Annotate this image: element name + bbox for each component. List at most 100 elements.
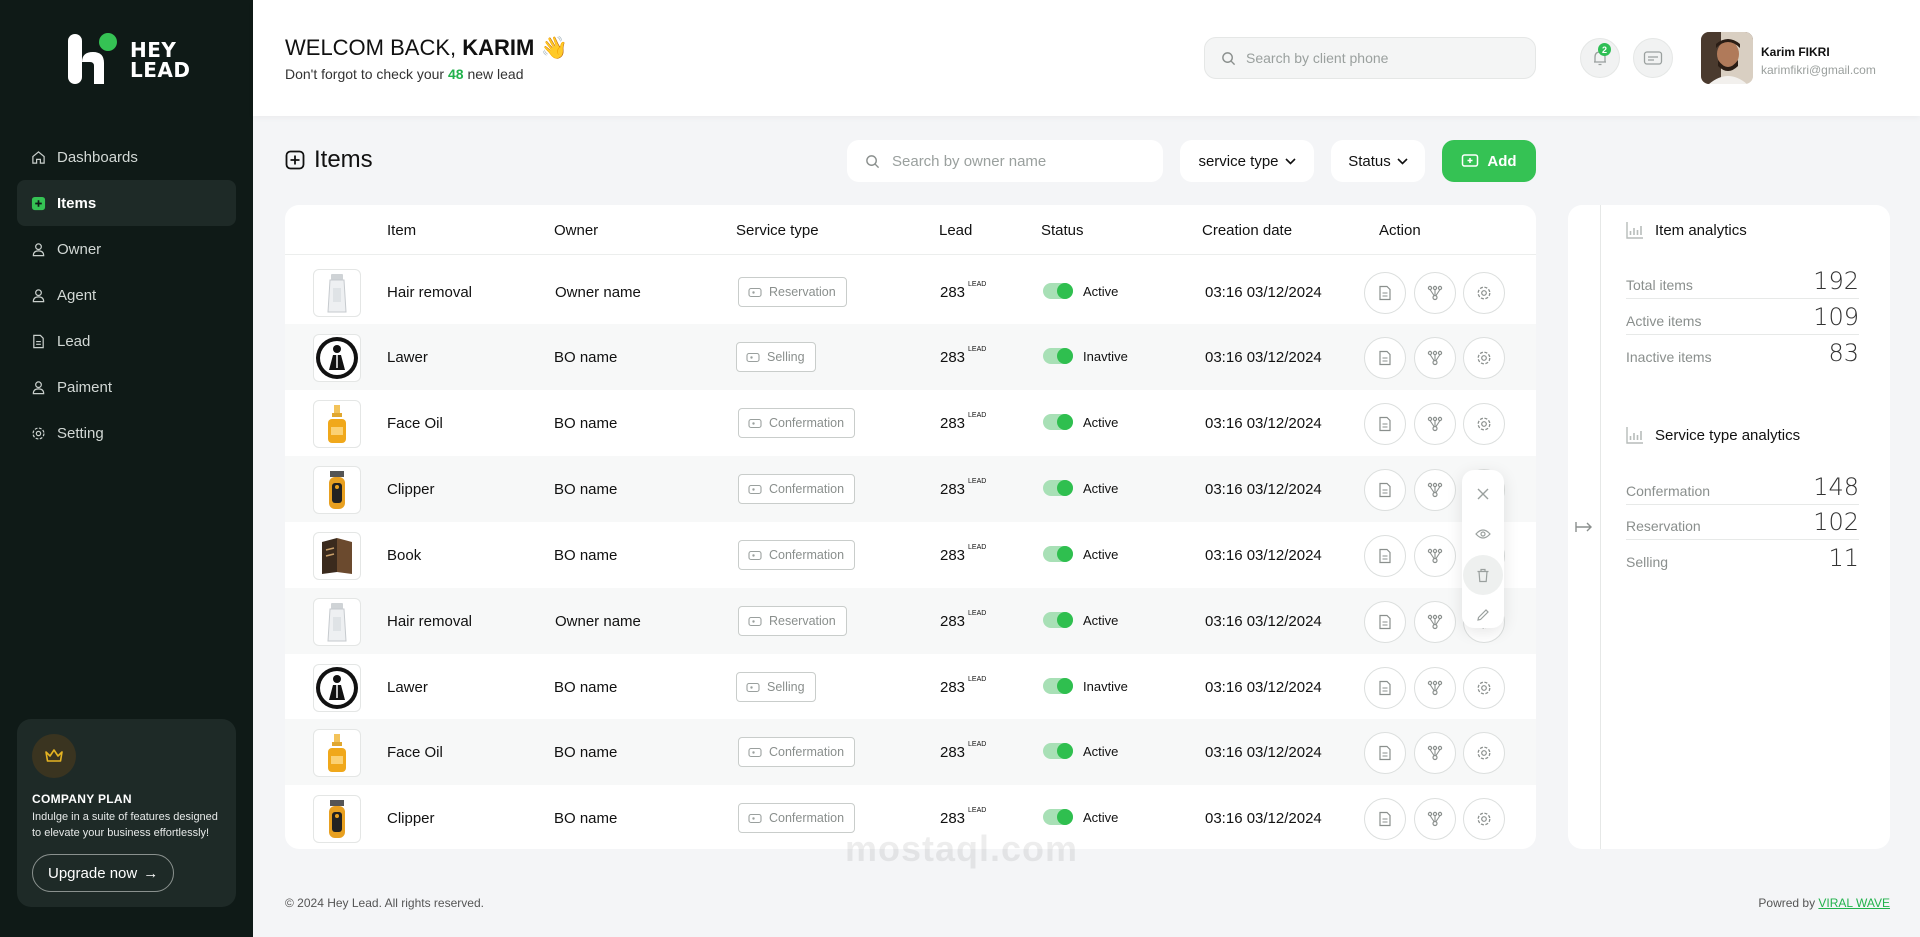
table-row[interactable]: Clipper BO name Confermation 283 LEAD Act… — [285, 456, 1536, 522]
table-row[interactable]: Face Oil BO name Confermation 283 LEAD Ac… — [285, 390, 1536, 456]
user-icon — [32, 288, 45, 302]
hierarchy-button[interactable] — [1414, 667, 1456, 709]
welcome-heading: WELCOM BACK, KARIM 👋 — [285, 35, 568, 61]
hierarchy-button[interactable] — [1414, 732, 1456, 774]
status-toggle[interactable] — [1043, 414, 1073, 430]
column-header-owner: Owner — [554, 222, 599, 239]
user-avatar[interactable] — [1701, 32, 1753, 84]
table-row[interactable]: Hair removal Owner name Reservation 283 L… — [285, 259, 1536, 325]
brand-line-1: HEY — [130, 38, 177, 62]
settings-button[interactable] — [1463, 272, 1505, 314]
status-toggle[interactable] — [1043, 612, 1073, 628]
hierarchy-button[interactable] — [1414, 337, 1456, 379]
sidebar-item-owner[interactable]: Owner — [17, 226, 236, 272]
service-type-dropdown[interactable]: service type — [1180, 140, 1314, 182]
subtitle-suffix: new lead — [463, 66, 524, 82]
status-toggle[interactable] — [1043, 348, 1073, 364]
hierarchy-button[interactable] — [1414, 272, 1456, 314]
hierarchy-button[interactable] — [1414, 601, 1456, 643]
sidebar-item-paiment[interactable]: Paiment — [17, 364, 236, 410]
details-button[interactable] — [1364, 272, 1406, 314]
status-text: Inavtive — [1083, 348, 1128, 364]
details-button[interactable] — [1364, 337, 1406, 379]
details-button[interactable] — [1364, 403, 1406, 445]
settings-button[interactable] — [1463, 732, 1505, 774]
company-plan-card: COMPANY PLAN Indulge in a suite of featu… — [17, 719, 236, 907]
details-button[interactable] — [1364, 667, 1406, 709]
settings-button[interactable] — [1463, 667, 1505, 709]
client-phone-search[interactable]: Search by client phone — [1204, 37, 1536, 79]
chart-icon — [1626, 427, 1643, 444]
details-button[interactable] — [1364, 798, 1406, 840]
upgrade-now-button[interactable]: Upgrade now → — [32, 854, 175, 892]
hierarchy-button[interactable] — [1414, 535, 1456, 577]
close-popover-button[interactable] — [1462, 474, 1504, 514]
status-toggle[interactable] — [1043, 546, 1073, 562]
settings-button[interactable] — [1463, 403, 1505, 445]
stat-label: Reservation — [1626, 518, 1701, 534]
details-button[interactable] — [1364, 732, 1406, 774]
owner-name-search[interactable]: Search by owner name — [847, 140, 1163, 182]
status-toggle[interactable] — [1043, 480, 1073, 496]
brand-line-2: LEAD — [130, 58, 191, 82]
collapse-panel-handle[interactable] — [1568, 205, 1601, 849]
sidebar-item-agent[interactable]: Agent — [17, 272, 236, 318]
stat-label: Active items — [1626, 313, 1702, 329]
hierarchy-button[interactable] — [1414, 798, 1456, 840]
details-button[interactable] — [1364, 535, 1406, 577]
owner-name: BO name — [554, 679, 618, 696]
messages-button[interactable] — [1633, 38, 1673, 78]
view-button[interactable] — [1462, 514, 1504, 554]
sidebar-item-lead[interactable]: Lead — [17, 318, 236, 364]
document-icon — [1379, 614, 1391, 630]
brand-logo[interactable]: HEY LEAD — [66, 32, 191, 88]
details-button[interactable] — [1364, 601, 1406, 643]
status-text: Active — [1083, 480, 1119, 496]
details-button[interactable] — [1364, 469, 1406, 511]
status-toggle[interactable] — [1043, 743, 1073, 759]
document-icon — [1379, 285, 1391, 301]
status-toggle[interactable] — [1043, 283, 1073, 299]
viral-wave-link[interactable]: VIRAL WAVE — [1818, 896, 1890, 910]
column-header-creation-date: Creation date — [1202, 222, 1293, 239]
lead-value: 283 — [940, 349, 966, 366]
service-type-tag: Selling — [736, 342, 816, 372]
logo-mark-icon — [66, 32, 122, 88]
sidebar-item-items[interactable]: Items — [17, 180, 236, 226]
hierarchy-button[interactable] — [1414, 469, 1456, 511]
add-item-button[interactable]: Add — [1442, 140, 1536, 182]
search-icon — [1222, 51, 1236, 65]
sidebar-item-dashboards[interactable]: Dashboards — [17, 134, 236, 180]
status-toggle[interactable] — [1043, 678, 1073, 694]
tag-icon — [748, 418, 762, 428]
table-row[interactable]: Lawer BO name Selling 283 LEAD Inavtive 0… — [285, 324, 1536, 390]
edit-button[interactable] — [1462, 594, 1504, 634]
lead-value: 283 — [940, 415, 966, 432]
sidebar-item-label: Agent — [57, 286, 97, 304]
document-icon — [1379, 811, 1391, 827]
sidebar: HEY LEAD Dashboards Items Owner Agent Le… — [0, 0, 253, 937]
service-type-tag: Reservation — [738, 277, 847, 307]
notifications-button[interactable]: 2 — [1580, 38, 1620, 78]
status-dropdown[interactable]: Status — [1331, 140, 1425, 182]
service-type-label: Confermation — [769, 745, 845, 759]
owner-name: BO name — [554, 547, 618, 564]
table-row[interactable]: Book BO name Confermation 283 LEAD Active… — [285, 522, 1536, 588]
table-row[interactable]: Hair removal Owner name Reservation 283 L… — [285, 588, 1536, 654]
sidebar-item-setting[interactable]: Setting — [17, 410, 236, 456]
settings-button[interactable] — [1463, 798, 1505, 840]
lead-value: 283 — [940, 284, 966, 301]
status-toggle[interactable] — [1043, 809, 1073, 825]
stat-total-items: Total items 192 — [1626, 263, 1859, 299]
delete-button[interactable] — [1463, 555, 1503, 595]
table-row[interactable]: Face Oil BO name Confermation 283 LEAD Ac… — [285, 719, 1536, 785]
welcome-subtitle: Don't forgot to check your 48 new lead — [285, 66, 524, 82]
item-thumbnail — [313, 269, 361, 317]
creation-date: 03:16 03/12/2024 — [1205, 284, 1322, 301]
status-text: Active — [1083, 283, 1119, 299]
lead-count: 283 LEAD — [940, 610, 986, 630]
sidebar-item-label: Paiment — [57, 378, 113, 396]
settings-button[interactable] — [1463, 337, 1505, 379]
table-row[interactable]: Lawer BO name Selling 283 LEAD Inavtive 0… — [285, 654, 1536, 720]
hierarchy-button[interactable] — [1414, 403, 1456, 445]
